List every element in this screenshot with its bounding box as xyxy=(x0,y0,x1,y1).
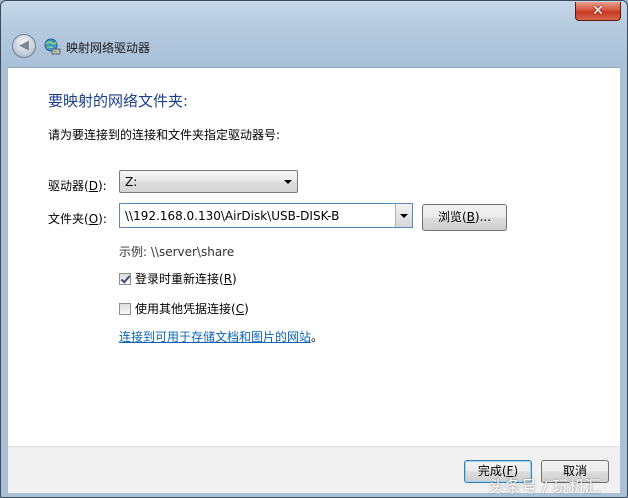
other-credentials-checkbox[interactable] xyxy=(119,303,131,315)
window-title: 映射网络驱动器 xyxy=(66,41,151,55)
reconnect-checkbox[interactable] xyxy=(119,273,131,285)
browse-button[interactable]: 浏览(B)... xyxy=(422,204,507,231)
back-arrow-icon: ◀ xyxy=(19,38,29,53)
network-drive-icon xyxy=(44,38,61,55)
instruction-text: 请为要连接到的连接和文件夹指定驱动器号: xyxy=(48,128,281,142)
dropdown-arrow-icon xyxy=(400,214,408,218)
drive-letter-value: Z: xyxy=(125,175,138,189)
watermark-text: 头条号 / 玩机汇 xyxy=(489,477,601,496)
dropdown-arrow-icon xyxy=(284,180,292,184)
back-button[interactable]: ◀ xyxy=(12,34,36,58)
folder-history-dropdown-button[interactable] xyxy=(395,204,412,227)
reconnect-at-logon-option[interactable]: 登录时重新连接(R) xyxy=(119,270,237,287)
drive-letter-select[interactable]: Z: xyxy=(119,170,298,193)
folder-path-value: \\192.168.0.130\AirDisk\USB-DISK-B xyxy=(125,209,340,223)
example-text: 示例: \\server\share xyxy=(119,245,235,259)
connect-to-website-link[interactable]: 连接到可用于存储文档和图片的网站 xyxy=(119,330,311,344)
website-link-row: 连接到可用于存储文档和图片的网站。 xyxy=(119,330,324,344)
folder-label: 文件夹(O): xyxy=(48,212,107,226)
other-credentials-option[interactable]: 使用其他凭据连接(C) xyxy=(119,300,249,317)
close-button[interactable]: ✕ xyxy=(575,2,621,21)
map-network-drive-window: ✕ ◀ 映射网络驱动器 要映射的网络文件夹: 请为要连接到的连接和文件夹指定驱动… xyxy=(0,0,628,498)
close-icon: ✕ xyxy=(592,3,604,19)
content-pane: 要映射的网络文件夹: 请为要连接到的连接和文件夹指定驱动器号: 驱动器(D): … xyxy=(8,67,620,446)
drive-label: 驱动器(D): xyxy=(48,179,107,193)
page-heading: 要映射的网络文件夹: xyxy=(48,92,189,110)
folder-path-combobox[interactable]: \\192.168.0.130\AirDisk\USB-DISK-B xyxy=(119,203,413,228)
